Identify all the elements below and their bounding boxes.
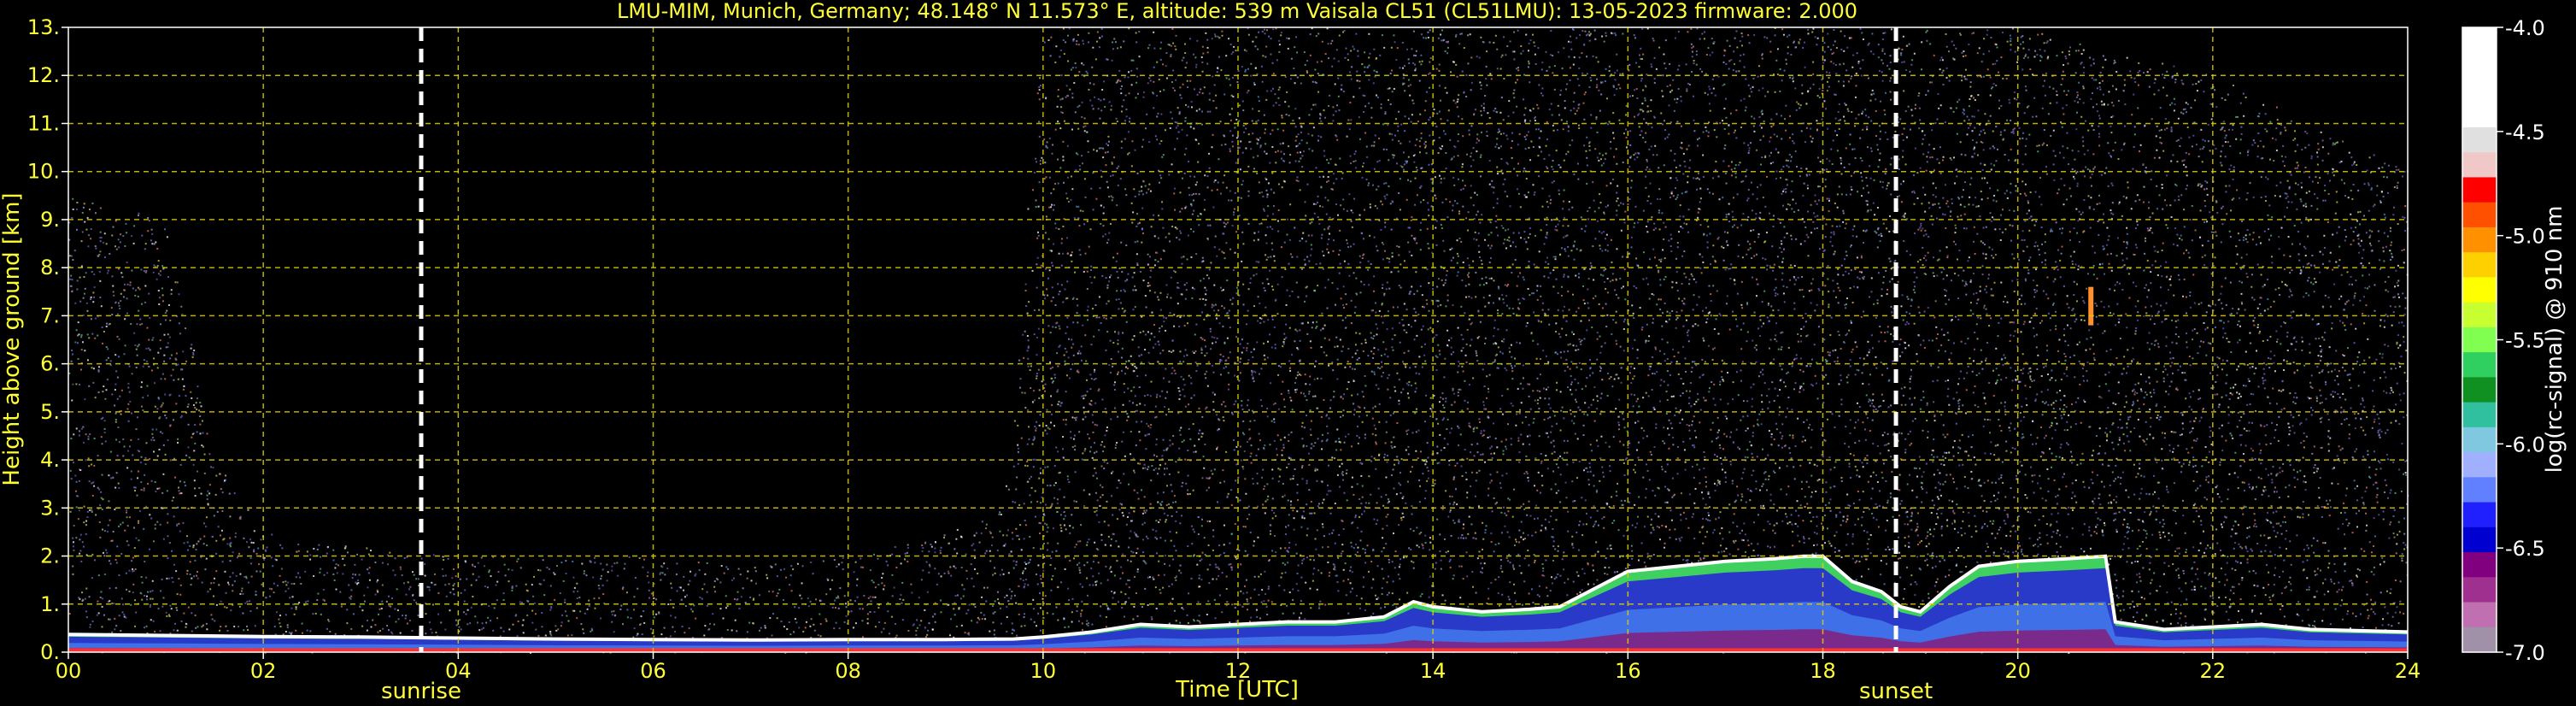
colorbar-tick-label: -7.0 bbox=[2505, 641, 2545, 665]
y-tick-label: 13. bbox=[27, 15, 60, 39]
y-tick-label: 5. bbox=[40, 400, 60, 424]
y-tick-label: 1. bbox=[40, 592, 60, 616]
colorbar-segment bbox=[2462, 177, 2497, 203]
colorbar-segment bbox=[2462, 227, 2497, 253]
colorbar-segment bbox=[2462, 152, 2497, 179]
colorbar-segment bbox=[2462, 352, 2497, 378]
colorbar-segment bbox=[2462, 126, 2497, 153]
chart-title: LMU-MIM, Munich, Germany; 48.148° N 11.5… bbox=[617, 0, 1857, 23]
y-tick-label: 12. bbox=[27, 63, 60, 87]
x-tick-label: 02 bbox=[250, 659, 277, 683]
colorbar-segment bbox=[2462, 577, 2497, 603]
x-axis-label: Time [UTC] bbox=[1175, 677, 1299, 703]
colorbar-segment bbox=[2462, 277, 2497, 303]
colorbar-segment bbox=[2462, 602, 2497, 628]
x-tick-label: 14 bbox=[1420, 659, 1446, 683]
colorbar-segment bbox=[2462, 52, 2497, 79]
colorbar-segment bbox=[2462, 252, 2497, 278]
colorbar-tick-label: -5.0 bbox=[2505, 225, 2545, 249]
y-tick-label: 4. bbox=[40, 448, 60, 472]
y-tick-label: 6. bbox=[40, 352, 60, 376]
x-tick-label: 18 bbox=[1810, 659, 1836, 683]
colorbar-segment bbox=[2462, 377, 2497, 403]
colorbar-segment bbox=[2462, 77, 2497, 103]
colorbar-segment bbox=[2462, 452, 2497, 478]
colorbar-tick-label: -6.0 bbox=[2505, 432, 2545, 456]
colorbar-tick-label: -5.5 bbox=[2505, 329, 2545, 353]
y-tick-label: 7. bbox=[40, 303, 60, 327]
colorbar-segment bbox=[2462, 427, 2497, 453]
y-tick-label: 8. bbox=[40, 256, 60, 279]
colorbar-tick-label: -6.5 bbox=[2505, 537, 2545, 561]
x-tick-label: 16 bbox=[1615, 659, 1641, 683]
colorbar-tick-label: -4.0 bbox=[2505, 16, 2545, 40]
x-tick-label: 08 bbox=[835, 659, 861, 683]
elevated-aerosol-feature bbox=[2088, 286, 2094, 326]
x-tick-label: 22 bbox=[2200, 659, 2227, 683]
colorbar-segment bbox=[2462, 27, 2497, 53]
colorbar-segment bbox=[2462, 402, 2497, 428]
ceilometer-chart: LMU-MIM, Munich, Germany; 48.148° N 11.5… bbox=[0, 0, 2576, 706]
x-tick-label: 24 bbox=[2395, 659, 2421, 683]
y-tick-label: 9. bbox=[40, 208, 60, 232]
y-tick-label: 3. bbox=[40, 496, 60, 520]
colorbar-segment bbox=[2462, 552, 2497, 578]
y-axis-label: Height above ground [km] bbox=[0, 192, 25, 485]
y-tick-label: 11. bbox=[27, 111, 60, 135]
x-tick-label: 10 bbox=[1030, 659, 1057, 683]
colorbar-segment bbox=[2462, 527, 2497, 553]
x-tick-label: 06 bbox=[640, 659, 666, 683]
y-tick-label: 10. bbox=[27, 160, 60, 184]
x-tick-label: 20 bbox=[2004, 659, 2031, 683]
colorbar-tick-label: -4.5 bbox=[2505, 121, 2545, 144]
colorbar-segment bbox=[2462, 202, 2497, 228]
y-tick-label: 2. bbox=[40, 544, 60, 568]
x-tick-label: 04 bbox=[445, 659, 472, 683]
colorbar-segment bbox=[2462, 327, 2497, 353]
colorbar-segment bbox=[2462, 102, 2497, 128]
colorbar-label: log(rc-signal) @ 910 nm bbox=[2542, 206, 2567, 474]
colorbar-segment bbox=[2462, 502, 2497, 528]
colorbar-segment bbox=[2462, 302, 2497, 328]
y-tick-label: 0. bbox=[40, 640, 60, 664]
colorbar-segment bbox=[2462, 477, 2497, 503]
marker-label-sunset: sunset bbox=[1859, 679, 1933, 704]
colorbar-segment bbox=[2462, 627, 2497, 653]
